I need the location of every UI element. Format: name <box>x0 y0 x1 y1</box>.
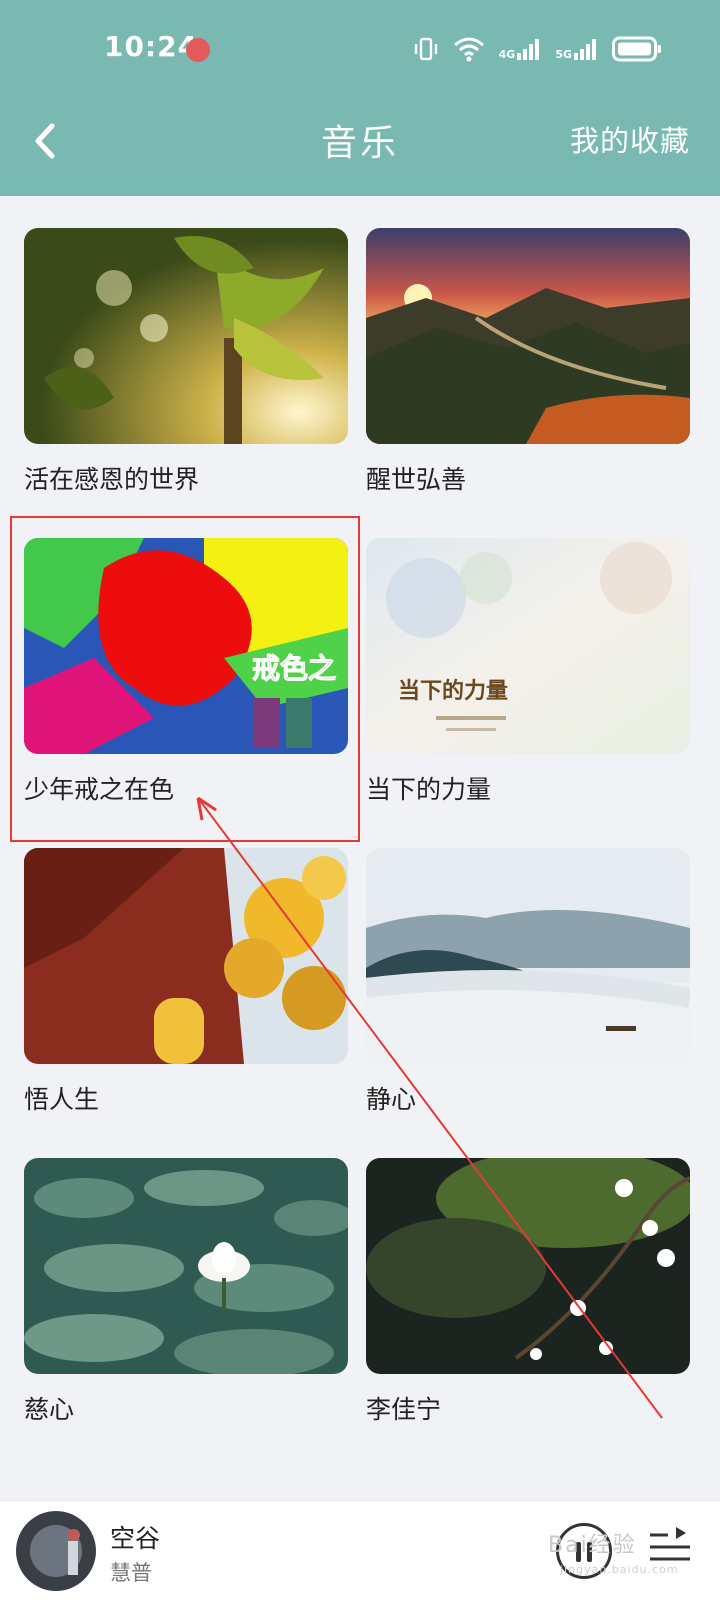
player-artist: 慧普 <box>110 1561 152 1585</box>
album-cover: 当下的力量 <box>366 538 690 754</box>
album-card[interactable]: 静心 <box>366 848 690 1138</box>
player-cover <box>16 1511 96 1591</box>
watermark-sub: jingyan.baidu.com <box>560 1563 679 1576</box>
app-header: 10:24 4G 5G 音乐 我的收藏 <box>0 0 720 196</box>
album-cover: 戒色之 <box>24 538 348 754</box>
album-card[interactable]: 慈心 <box>24 1158 348 1448</box>
album-title: 醒世弘善 <box>366 465 467 494</box>
album-title: 活在感恩的世界 <box>24 465 200 494</box>
signal-5g-icon: 5G <box>555 38 598 60</box>
status-icons: 4G 5G <box>413 34 662 64</box>
cover-text: 戒色之 <box>252 652 336 685</box>
signal-4g-icon: 4G <box>499 38 542 60</box>
album-card[interactable]: 悟人生 <box>24 848 348 1138</box>
wifi-icon <box>453 37 484 62</box>
status-time: 10:24 <box>104 30 199 63</box>
mini-player[interactable]: 空谷 慧普 Bai经验 jingyan.baidu.com <box>0 1500 720 1600</box>
album-title: 悟人生 <box>24 1085 100 1114</box>
album-card[interactable]: 李佳宁 <box>366 1158 690 1448</box>
album-title: 当下的力量 <box>366 775 492 804</box>
album-card[interactable]: 活在感恩的世界 <box>24 228 348 518</box>
battery-icon <box>612 36 661 62</box>
album-card[interactable]: 当下的力量 当下的力量 <box>366 538 690 828</box>
player-track-title: 空谷 <box>110 1524 161 1553</box>
album-cover <box>366 1158 690 1374</box>
album-title: 静心 <box>366 1085 417 1114</box>
vibrate-icon <box>414 37 437 61</box>
my-favorites-link[interactable]: 我的收藏 <box>570 118 690 160</box>
notification-dot-icon <box>186 38 210 62</box>
album-title: 慈心 <box>24 1395 75 1424</box>
album-card[interactable]: 戒色之 少年戒之在色 <box>24 538 348 828</box>
title-bar: 音乐 我的收藏 <box>0 96 720 196</box>
cover-text: 当下的力量 <box>398 678 508 704</box>
album-cover <box>24 848 348 1064</box>
status-bar: 10:24 4G 5G <box>0 0 720 96</box>
album-card[interactable]: 醒世弘善 <box>366 228 690 518</box>
album-cover <box>366 848 690 1064</box>
pause-icon <box>576 1542 581 1562</box>
album-cover <box>24 1158 348 1374</box>
album-title: 李佳宁 <box>366 1395 442 1424</box>
album-cover <box>366 228 690 444</box>
album-cover <box>24 228 348 444</box>
album-title: 少年戒之在色 <box>24 775 175 804</box>
